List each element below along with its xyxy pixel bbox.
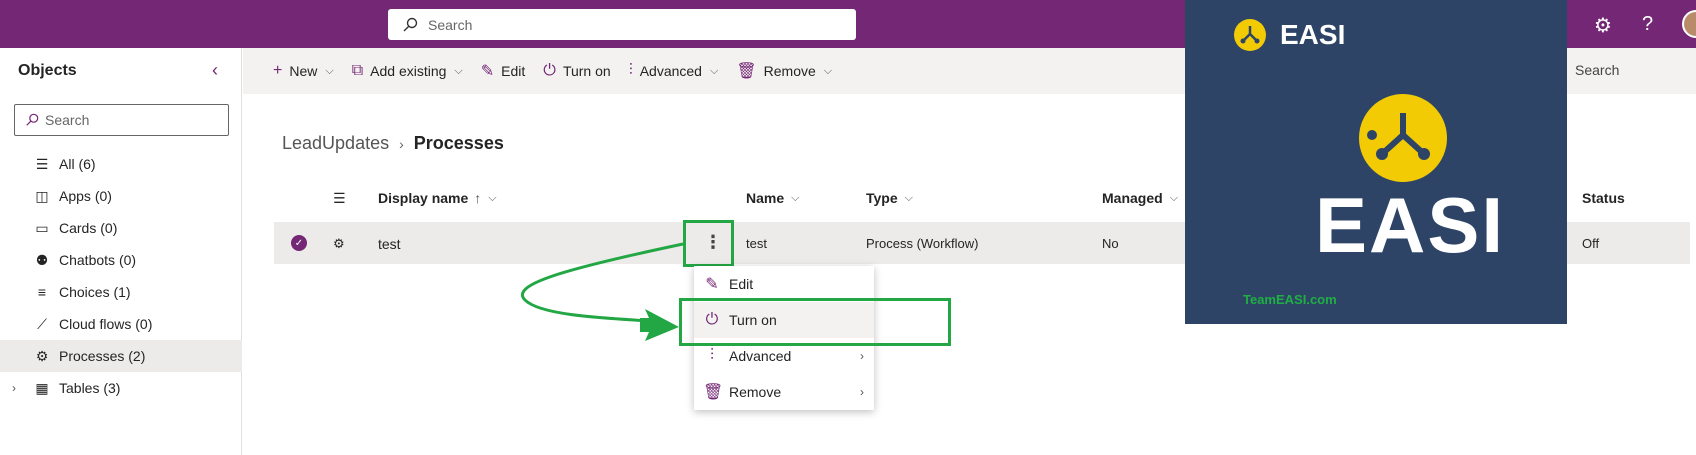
easi-logo-icon xyxy=(1234,19,1266,51)
easi-url: TeamEASI.com xyxy=(1243,292,1337,307)
easi-brand-panel: EASI EASI TeamEASI.com xyxy=(1185,0,1567,324)
easi-brand-large: EASI xyxy=(1315,181,1506,269)
easi-brand-small: EASI xyxy=(1280,19,1346,50)
easi-logo-large-icon xyxy=(1359,94,1447,182)
